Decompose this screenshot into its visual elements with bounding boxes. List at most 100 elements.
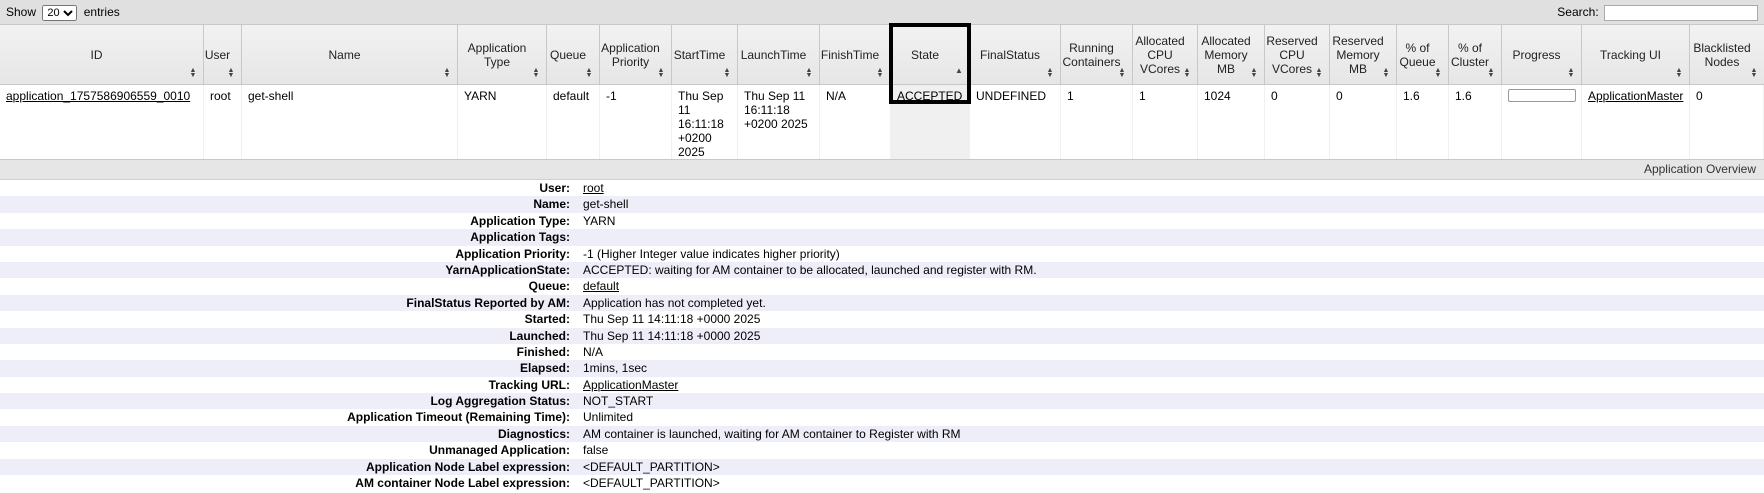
sort-both-icon: ▲ ▼ — [1675, 67, 1683, 79]
cell-value: YARN — [464, 89, 497, 103]
sort-both-icon: ▲ ▼ — [189, 67, 197, 79]
column-header-label: User — [204, 47, 231, 62]
search-input[interactable] — [1604, 5, 1758, 21]
sort-both-icon: ▲ ▼ — [723, 67, 731, 79]
sort-both-icon: ▲ ▼ — [1382, 67, 1390, 79]
column-header-reserved-memory-mb[interactable]: Reserved Memory MB ▲ ▼ — [1330, 25, 1397, 84]
sort-both-icon: ▲ ▼ — [657, 67, 665, 79]
cell-blacklisted-nodes: 0 — [1690, 85, 1764, 161]
overview-label: Unmanaged Application: — [429, 443, 570, 458]
overview-rows: User: root Name: get-shell Application Type:… — [0, 180, 1764, 491]
column-header-name[interactable]: Name ▲ ▼ — [242, 25, 458, 84]
column-header-allocated-cpu-vcores[interactable]: Allocated CPU VCores ▲ ▼ — [1133, 25, 1198, 84]
column-header-label: % of Cluster — [1451, 40, 1490, 69]
overview-value: N/A — [583, 344, 604, 359]
overview-row: FinalStatus Reported by AM: Application h… — [0, 294, 1764, 312]
sort-both-icon: ▲ ▼ — [1750, 67, 1758, 79]
overview-label: Application Priority: — [455, 246, 570, 261]
column-header-label: Name — [328, 47, 361, 62]
column-header-label: Running Containers — [1062, 40, 1121, 69]
column-header-id[interactable]: ID ▲ ▼ — [0, 25, 204, 84]
entries-per-page-select[interactable]: 20 — [42, 5, 78, 21]
sort-both-icon: ▲ ▼ — [876, 67, 884, 79]
overview-label: Name: — [533, 197, 570, 212]
column-header-running-containers[interactable]: Running Containers ▲ ▼ — [1061, 25, 1133, 84]
overview-value-link[interactable]: default — [583, 278, 619, 294]
overview-label: FinalStatus Reported by AM: — [406, 295, 570, 310]
show-label: Show — [6, 5, 37, 20]
overview-value: ACCEPTED: waiting for AM container to be… — [583, 262, 1037, 277]
overview-value-link[interactable]: ApplicationMaster — [583, 377, 678, 393]
overview-row: Log Aggregation Status: NOT_START — [0, 393, 1764, 410]
column-header-reserved-cpu-vcores[interactable]: Reserved CPU VCores ▲ ▼ — [1265, 25, 1330, 84]
column-header-finish-time[interactable]: FinishTime ▲ ▼ — [820, 25, 891, 84]
cell-running-containers: 1 — [1061, 85, 1133, 161]
overview-value: <DEFAULT_PARTITION> — [583, 476, 720, 491]
overview-value: AM container is launched, waiting for AM… — [583, 426, 961, 441]
column-header-progress[interactable]: Progress ▲ ▼ — [1502, 25, 1582, 84]
overview-value: YARN — [583, 213, 616, 228]
sort-both-icon: ▲ ▼ — [1567, 67, 1575, 79]
overview-row: User: root — [0, 180, 1764, 196]
cell-percent-of-queue: 1.6 — [1397, 85, 1449, 161]
cell-start-time: Thu Sep 11 16:11:18 +0200 2025 — [672, 85, 738, 161]
search-label: Search: — [1557, 5, 1599, 20]
column-header-application-type[interactable]: Application Type ▲ ▼ — [458, 25, 547, 84]
column-header-label: Allocated Memory MB — [1201, 33, 1251, 76]
column-header-label: ID — [90, 47, 103, 62]
cell-value: ACCEPTED — [897, 89, 963, 103]
column-header-percent-of-queue[interactable]: % of Queue ▲ ▼ — [1397, 25, 1449, 84]
column-header-state[interactable]: State ▲ — [891, 25, 970, 84]
overview-label: Diagnostics: — [497, 426, 570, 441]
column-header-start-time[interactable]: StartTime ▲ ▼ — [672, 25, 738, 84]
overview-label: Launched: — [509, 328, 570, 343]
overview-value: Thu Sep 11 14:11:18 +0000 2025 — [583, 328, 761, 343]
column-header-label: Reserved CPU VCores — [1266, 33, 1318, 76]
column-header-queue[interactable]: Queue ▲ ▼ — [547, 25, 600, 84]
cell-application-priority: -1 — [600, 85, 672, 161]
column-header-percent-of-cluster[interactable]: % of Cluster ▲ ▼ — [1449, 25, 1502, 84]
column-header-launch-time[interactable]: LaunchTime ▲ ▼ — [738, 25, 820, 84]
overview-row: AM container Node Label expression: <DEFA… — [0, 475, 1764, 491]
column-header-final-status[interactable]: FinalStatus ▲ ▼ — [970, 25, 1061, 84]
sort-ascending-icon: ▲ — [955, 66, 963, 75]
column-header-application-priority[interactable]: Application Priority ▲ ▼ — [600, 25, 672, 84]
search-control: Search: — [1557, 5, 1758, 21]
tracking-ui-link[interactable]: ApplicationMaster — [1588, 89, 1683, 103]
sort-both-icon: ▲ ▼ — [1250, 67, 1258, 79]
sort-both-icon: ▲ ▼ — [1315, 67, 1323, 79]
column-header-label: State — [910, 47, 940, 62]
progress-bar — [1508, 89, 1576, 102]
column-header-allocated-memory-mb[interactable]: Allocated Memory MB ▲ ▼ — [1198, 25, 1265, 84]
sort-both-icon: ▲ ▼ — [1487, 67, 1495, 79]
sort-both-icon: ▲ ▼ — [532, 67, 540, 79]
cell-percent-of-cluster: 1.6 — [1449, 85, 1502, 161]
overview-row: Tracking URL: ApplicationMaster — [0, 377, 1764, 393]
overview-row: Application Type: YARN — [0, 213, 1764, 229]
column-header-label: Application Type — [467, 40, 527, 69]
column-header-user[interactable]: User ▲ ▼ — [204, 25, 242, 84]
column-header-blacklisted-nodes[interactable]: Blacklisted Nodes ▲ ▼ — [1690, 25, 1764, 84]
column-header-label: LaunchTime — [740, 47, 807, 62]
cell-value: 1 — [1067, 89, 1074, 103]
cell-finish-time: N/A — [820, 85, 891, 161]
cell-value: Thu Sep 11 16:11:18 +0200 2025 — [744, 89, 808, 131]
overview-label: Application Tags: — [470, 230, 570, 245]
column-header-label: Queue — [549, 47, 587, 62]
overview-label: YarnApplicationState: — [445, 262, 570, 277]
overview-row: YarnApplicationState: ACCEPTED: waiting f… — [0, 261, 1764, 279]
overview-label: Log Aggregation Status: — [430, 394, 570, 409]
overview-row: Launched: Thu Sep 11 14:11:18 +0000 2025 — [0, 327, 1764, 344]
application-id-link[interactable]: application_1757586906559_0010 — [6, 89, 190, 103]
cell-name: get-shell — [242, 85, 458, 161]
cell-allocated-memory-mb: 1024 — [1198, 85, 1265, 161]
overview-label: Application Timeout (Remaining Time): — [347, 410, 570, 425]
overview-label: User: — [539, 181, 570, 195]
column-header-tracking-ui[interactable]: Tracking UI ▲ ▼ — [1582, 25, 1690, 84]
overview-label: Tracking URL: — [488, 377, 570, 392]
sort-both-icon: ▲ ▼ — [443, 67, 451, 79]
cell-value: UNDEFINED — [976, 89, 1047, 103]
overview-row: Application Node Label expression: <DEFAU… — [0, 458, 1764, 476]
column-header-label: Tracking UI — [1600, 47, 1661, 62]
overview-value-link[interactable]: root — [583, 180, 604, 196]
